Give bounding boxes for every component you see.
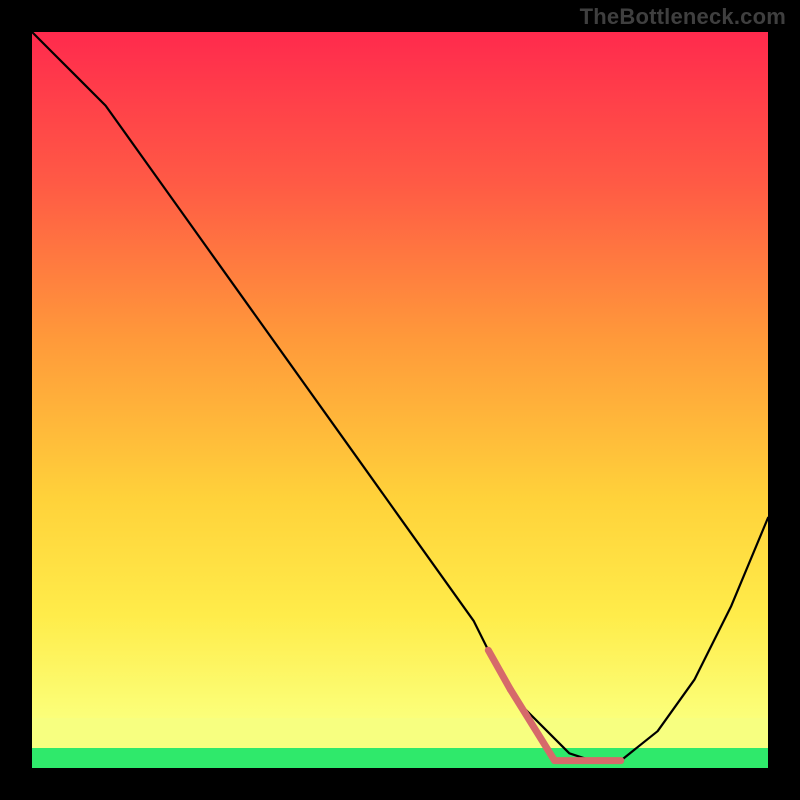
chart-frame: TheBottleneck.com	[0, 0, 800, 800]
gradient-background	[32, 32, 768, 718]
plot-area	[32, 32, 768, 768]
watermark-text: TheBottleneck.com	[580, 4, 786, 30]
green-band	[32, 748, 768, 768]
pale-yellow-band	[32, 718, 768, 748]
chart-svg	[32, 32, 768, 768]
